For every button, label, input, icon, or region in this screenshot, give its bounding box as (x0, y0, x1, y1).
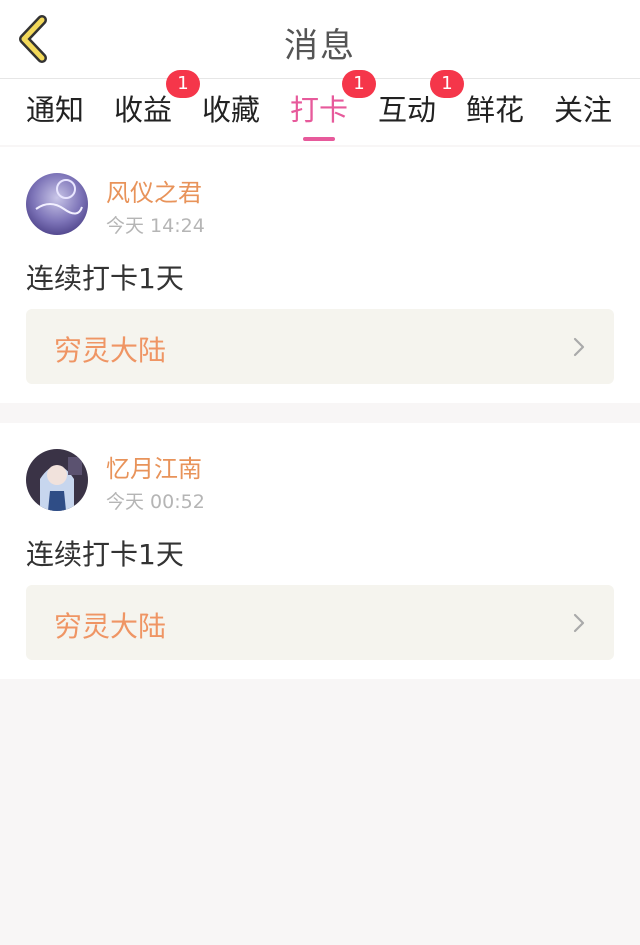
tab-label: 鲜花 (466, 93, 525, 127)
book-title: 穷灵大陆 (54, 334, 167, 367)
tab-flowers[interactable]: 鲜花 (466, 87, 524, 135)
tab-label: 通知 (26, 93, 85, 127)
book-title: 穷灵大陆 (54, 610, 167, 643)
message-card: 忆月江南 今天 00:52 连续打卡1天 穷灵大陆 (0, 423, 640, 679)
unread-badge: 1 (430, 70, 465, 98)
tab-bar: 通知 收益 1 收藏 打卡 1 互动 1 鲜花 关注 (0, 70, 640, 145)
tab-notice[interactable]: 通知 (26, 87, 84, 135)
tab-label: 收藏 (202, 93, 261, 127)
tab-favorites[interactable]: 收藏 (202, 87, 260, 135)
username[interactable]: 风仪之君 (106, 173, 202, 208)
tab-earnings[interactable]: 收益 1 (114, 70, 201, 135)
username[interactable]: 忆月江南 (106, 449, 202, 484)
message-text: 连续打卡1天 (26, 538, 184, 571)
book-link[interactable]: 穷灵大陆 (26, 585, 614, 660)
tab-interaction[interactable]: 互动 1 (378, 70, 465, 135)
tab-label: 关注 (554, 93, 613, 127)
tab-checkin[interactable]: 打卡 1 (290, 70, 377, 141)
tab-label: 互动 (378, 93, 437, 127)
tab-following[interactable]: 关注 (554, 87, 612, 135)
chevron-right-icon (573, 613, 585, 633)
unread-badge: 1 (342, 70, 377, 98)
top-bar: 消息 (0, 0, 640, 79)
active-tab-indicator (303, 137, 335, 141)
page-title: 消息 (284, 26, 356, 66)
timestamp: 今天 14:24 (106, 215, 205, 237)
book-link[interactable]: 穷灵大陆 (26, 309, 614, 384)
message-text: 连续打卡1天 (26, 262, 184, 295)
tab-label: 打卡 (290, 93, 349, 127)
avatar[interactable] (26, 173, 88, 235)
message-card: 风仪之君 今天 14:24 连续打卡1天 穷灵大陆 (0, 147, 640, 403)
unread-badge: 1 (166, 70, 201, 98)
tab-label: 收益 (114, 93, 173, 127)
chevron-right-icon (573, 337, 585, 357)
avatar[interactable] (26, 449, 88, 511)
timestamp: 今天 00:52 (106, 491, 205, 513)
